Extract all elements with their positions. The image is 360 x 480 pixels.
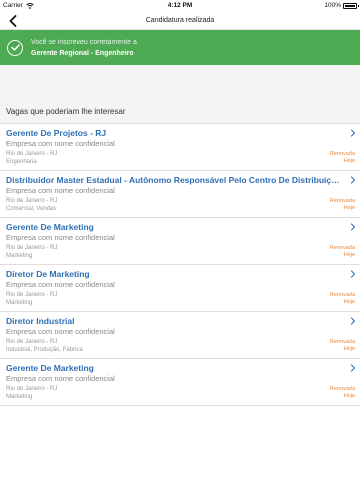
job-company: Empresa com nome confidencial [6, 280, 115, 289]
chevron-right-icon [350, 270, 356, 278]
job-category: Marketing [6, 394, 33, 400]
job-location: Rio de Janeiro - RJ [6, 151, 58, 157]
page-title: Candidatura realizada [145, 16, 215, 24]
job-company: Empresa com nome confidencial [6, 374, 115, 383]
renewed-when: Hoje [343, 298, 355, 305]
job-list: Gerente De Projetos - RJ Empresa com nom… [0, 124, 360, 406]
renewed-label: Renovada Hoje [330, 292, 355, 305]
renewed-label: Renovada Hoje [330, 198, 355, 211]
status-bar: Carrier 4:12 PM 100% [0, 0, 360, 11]
job-category: Industrial, Produção, Fábrica [6, 347, 83, 353]
list-item[interactable]: Distribuidor Master Estadual - Autônomo … [0, 171, 360, 218]
renewed-status: Renovada [329, 386, 355, 392]
job-location: Rio de Janeiro - RJ [6, 198, 58, 204]
battery-icon [343, 2, 359, 9]
renewed-status: Renovada [329, 292, 355, 298]
renewed-label: Renovada Hoje [330, 386, 355, 399]
job-location: Rio de Janeiro - RJ [6, 245, 58, 251]
job-location: Rio de Janeiro - RJ [6, 386, 58, 392]
list-item[interactable]: Diretor De Marketing Empresa com nome co… [0, 265, 360, 312]
renewed-when: Hoje [343, 392, 355, 399]
renewed-status: Renovada [329, 339, 355, 345]
status-right: 100% [324, 2, 359, 9]
job-title[interactable]: Gerente De Marketing [6, 222, 341, 233]
job-title[interactable]: Distribuidor Master Estadual - Autônomo … [6, 175, 341, 186]
wifi-icon [26, 2, 34, 9]
renewed-label: Renovada Hoje [330, 339, 355, 352]
battery-label: 100% [324, 2, 341, 9]
banner-text: Você se inscreveu corretamente a Gerente… [31, 37, 137, 59]
battery-fill [345, 4, 355, 7]
job-title[interactable]: Gerente De Marketing [6, 363, 341, 374]
list-item[interactable]: Gerente De Projetos - RJ Empresa com nom… [0, 124, 360, 171]
renewed-label: Renovada Hoje [330, 151, 355, 164]
list-item[interactable]: Gerente De Marketing Empresa com nome co… [0, 359, 360, 406]
job-company: Empresa com nome confidencial [6, 233, 115, 242]
job-location: Rio de Janeiro - RJ [6, 339, 58, 345]
check-circle-icon [7, 39, 23, 56]
section-header: Vagas que poderiam lhe interesar [0, 65, 360, 124]
section-title: Vagas que poderiam lhe interesar [6, 107, 126, 116]
renewed-when: Hoje [343, 157, 355, 164]
list-item[interactable]: Gerente De Marketing Empresa com nome co… [0, 218, 360, 265]
chevron-right-icon [350, 223, 356, 231]
nav-bar: Candidatura realizada [0, 11, 360, 30]
job-title[interactable]: Diretor De Marketing [6, 269, 341, 280]
job-location: Rio de Janeiro - RJ [6, 292, 58, 298]
chevron-right-icon [350, 176, 356, 184]
banner-message: Você se inscreveu corretamente a [31, 38, 137, 46]
banner-job-title: Gerente Regional - Engenheiro [31, 49, 134, 57]
job-category: Engenharia [6, 159, 37, 165]
job-category: Marketing [6, 253, 33, 259]
job-title[interactable]: Diretor Industrial [6, 316, 341, 327]
list-item[interactable]: Diretor Industrial Empresa com nome conf… [0, 312, 360, 359]
chevron-left-icon [9, 14, 17, 27]
renewed-label: Renovada Hoje [330, 245, 355, 258]
status-left: Carrier [3, 2, 34, 9]
check-icon [10, 44, 20, 51]
job-company: Empresa com nome confidencial [6, 186, 115, 195]
chevron-right-icon [350, 364, 356, 372]
renewed-when: Hoje [343, 251, 355, 258]
renewed-when: Hoje [343, 204, 355, 211]
job-company: Empresa com nome confidencial [6, 139, 115, 148]
job-category: Marketing [6, 300, 33, 306]
job-category: Comercial, Vendas [6, 206, 57, 212]
job-title[interactable]: Gerente De Projetos - RJ [6, 128, 341, 139]
back-button[interactable] [2, 11, 24, 30]
status-time: 4:12 PM [167, 2, 193, 9]
renewed-status: Renovada [329, 245, 355, 251]
success-banner: Você se inscreveu corretamente a Gerente… [0, 30, 360, 65]
renewed-when: Hoje [343, 345, 355, 352]
chevron-right-icon [350, 317, 356, 325]
chevron-right-icon [350, 129, 356, 137]
job-company: Empresa com nome confidencial [6, 327, 115, 336]
carrier-label: Carrier [3, 2, 23, 9]
renewed-status: Renovada [329, 198, 355, 204]
renewed-status: Renovada [329, 151, 355, 157]
